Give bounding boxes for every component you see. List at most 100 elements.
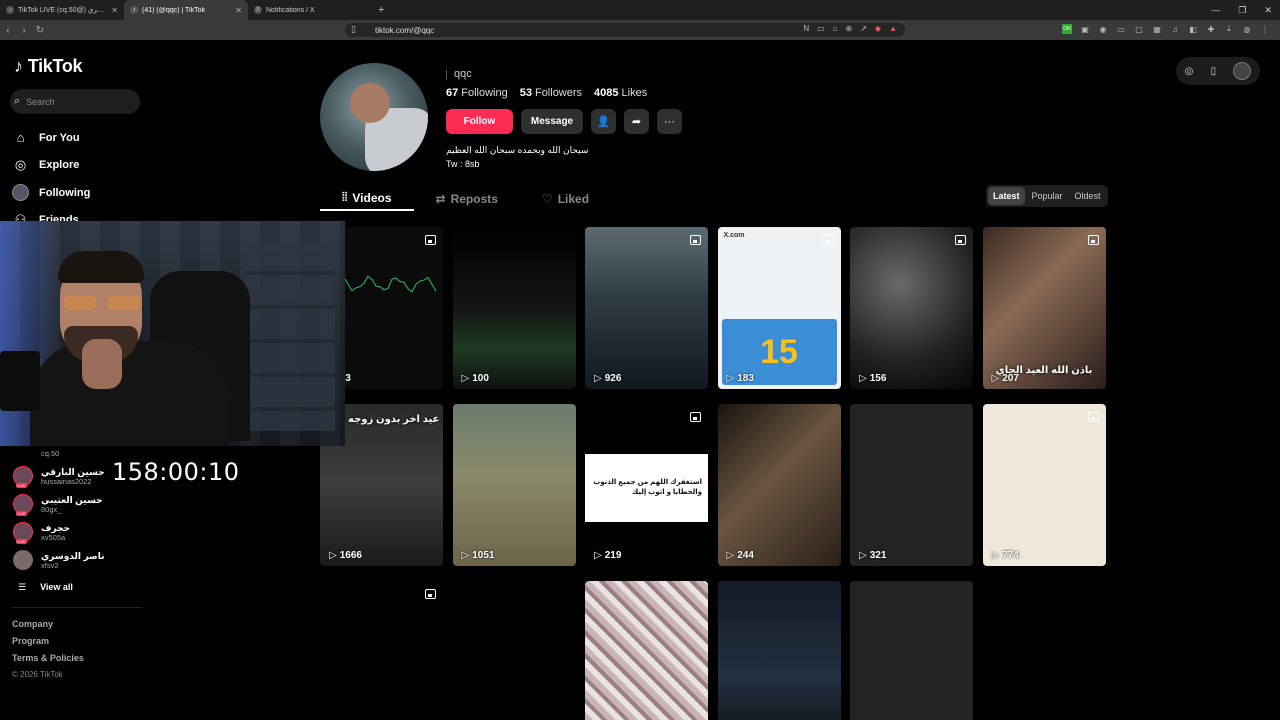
video-thumbnail[interactable]: ▷ 244 (717, 404, 841, 566)
add-friend-button[interactable]: 👤 (591, 109, 616, 134)
shield-icon[interactable]: ◆ (875, 24, 881, 33)
video-thumbnail[interactable]: ▷ 1051 (452, 404, 576, 566)
message-button[interactable]: Message (521, 109, 583, 134)
sidebar-item-following[interactable]: Following (12, 179, 152, 207)
footer-link-terms[interactable]: Terms & Policies (12, 653, 84, 670)
account-username: hussainas2022 (41, 476, 92, 486)
search-input[interactable]: ⌕ Search (10, 89, 140, 114)
sort-oldest[interactable]: Oldest (1070, 187, 1106, 205)
footer-link-company[interactable]: Company (12, 619, 84, 636)
video-thumbnail[interactable]: استغفرك اللهم من جميع الذنوب والخطايا و … (585, 404, 708, 566)
view-count: ▷ 926 (594, 373, 621, 384)
video-thumbnail[interactable]: ▷ 156 (850, 227, 973, 389)
back-icon[interactable]: ‹ (0, 25, 16, 36)
forward-icon[interactable]: › (16, 25, 32, 36)
tab-label: Liked (557, 191, 590, 206)
extension-icon[interactable]: ▣ (1080, 24, 1090, 34)
avatar: LIVE (13, 494, 33, 516)
tiktok-logo[interactable]: ♪ TikTok (14, 56, 83, 77)
sidebar-icon[interactable]: ◧ (1188, 24, 1198, 34)
follow-button[interactable]: Follow (446, 109, 513, 134)
following-account[interactable]: LIVE حجرف xv505a (13, 518, 143, 546)
maximize-icon[interactable]: ❐ (1238, 5, 1246, 16)
minimize-icon[interactable]: — (1211, 5, 1220, 15)
video-thumbnail[interactable] (717, 581, 841, 720)
sidebar-item-for-you[interactable]: ⌂ For You (12, 124, 152, 152)
video-thumbnail[interactable]: ▷ 926 (585, 227, 708, 389)
tab-liked[interactable]: ♡ Liked (520, 186, 611, 211)
browser-tab[interactable]: X Notifications / X (248, 0, 372, 20)
bookmark-icon[interactable]: ▯ (351, 24, 356, 35)
close-window-icon[interactable]: ✕ (1264, 5, 1272, 16)
more-button[interactable]: ··· (657, 109, 682, 134)
photo-icon (425, 235, 436, 245)
window-controls: — ❐ ✕ (1211, 0, 1272, 20)
browser-tab[interactable]: ♪ TikTok LIVE (cq.50@) خالد الشمري ✕ (0, 0, 124, 20)
warning-icon[interactable]: ▲ (889, 24, 897, 33)
extension-icon[interactable]: ▭ (1116, 24, 1126, 34)
share-icon[interactable]: ↗ (860, 24, 867, 33)
video-thumbnail[interactable] (850, 581, 973, 720)
play-icon: ▷ (594, 373, 602, 384)
more-icon: ··· (664, 115, 675, 128)
video-thumbnail[interactable] (320, 581, 443, 611)
share-button[interactable]: ➦ (624, 109, 649, 134)
account-name: حسين العتيبي (41, 494, 103, 505)
extension-icon[interactable]: ▢ (1134, 24, 1144, 34)
video-thumbnail[interactable]: ▷ 321 (850, 404, 973, 566)
avatar: LIVE (13, 522, 33, 544)
play-icon: ▷ (726, 550, 735, 561)
video-thumbnail[interactable] (585, 581, 708, 720)
music-icon[interactable]: ♫ (1170, 24, 1180, 34)
url-field[interactable]: ▯ tiktok.com/@qqc N ▭ ⌂ ⊕ ↗ ◆ ▲ (345, 23, 905, 37)
compass-icon[interactable]: ◎ (1185, 66, 1194, 77)
close-icon[interactable]: ✕ (235, 6, 242, 15)
sort-latest[interactable]: Latest (988, 187, 1025, 205)
reload-icon[interactable]: ↻ (32, 25, 48, 36)
repost-icon: ⇄ (435, 191, 446, 206)
stream-timer: 158:00:10 (112, 458, 240, 486)
extension-icon[interactable]: ◉ (1098, 24, 1108, 34)
thumbnail-caption: X.com (723, 232, 745, 239)
video-thumbnail[interactable]: ▷ 774 (982, 404, 1106, 566)
tab-title: Notifications / X (266, 6, 315, 14)
download-icon[interactable]: ⤓ (1224, 24, 1234, 34)
account-name: حجرف (41, 522, 71, 533)
followers-stat[interactable]: 53 Followers (520, 87, 582, 99)
video-thumbnail[interactable]: ▷ 100 (452, 227, 576, 389)
cast-icon[interactable]: ▭ (817, 24, 825, 33)
extension-icon[interactable]: ▦ (1152, 24, 1162, 34)
sidebar-item-explore[interactable]: ◎ Explore (12, 152, 152, 180)
following-account[interactable]: LIVE حسين العتيبي 60gx_ (13, 490, 143, 518)
following-account[interactable]: ناصر الدوسري xfsv2 (13, 546, 143, 574)
browser-tab-active[interactable]: ♪ (41) (@qqc) | TikTok ✕ (124, 0, 248, 20)
new-tab-icon[interactable]: + (372, 4, 390, 16)
search-icon: ⌕ (14, 95, 21, 107)
profile-avatar[interactable] (320, 63, 428, 171)
following-stat[interactable]: 67 Following (446, 87, 508, 99)
extension-icon[interactable]: ON (1062, 24, 1072, 34)
tab-videos[interactable]: ⦙⦙ Videos (320, 186, 414, 211)
video-thumbnail[interactable] (453, 581, 576, 720)
sort-popular[interactable]: Popular (1027, 187, 1068, 205)
close-icon[interactable]: ✕ (111, 6, 118, 15)
puzzle-icon[interactable]: ✚ (1206, 24, 1216, 34)
video-thumbnail[interactable]: باذن الله العيد الجاي ▷ 207 (982, 227, 1106, 389)
lock-icon[interactable]: ⌂ (833, 24, 838, 33)
sort-toggle: Latest Popular Oldest (986, 185, 1108, 207)
profile-icon[interactable]: ◍ (1242, 24, 1252, 34)
translate-icon[interactable]: N (803, 24, 809, 33)
menu-icon[interactable]: ⋮ (1260, 24, 1270, 34)
video-thumbnail[interactable]: 15 X.com ▷ 183 (717, 227, 841, 389)
avatar (13, 550, 33, 570)
view-all-button[interactable]: ☰ View all (13, 576, 143, 598)
view-count-value: 207 (1002, 373, 1019, 384)
view-count: ▷ 1051 (462, 550, 495, 561)
my-avatar[interactable] (1233, 62, 1252, 80)
view-count: ▷ 1666 (329, 550, 362, 561)
likes-count: 4085 (594, 87, 619, 99)
zoom-icon[interactable]: ⊕ (846, 24, 853, 33)
phone-icon[interactable]: ▯ (1211, 66, 1217, 77)
footer-link-program[interactable]: Program (12, 636, 84, 653)
tab-reposts[interactable]: ⇄ Reposts (414, 186, 520, 211)
